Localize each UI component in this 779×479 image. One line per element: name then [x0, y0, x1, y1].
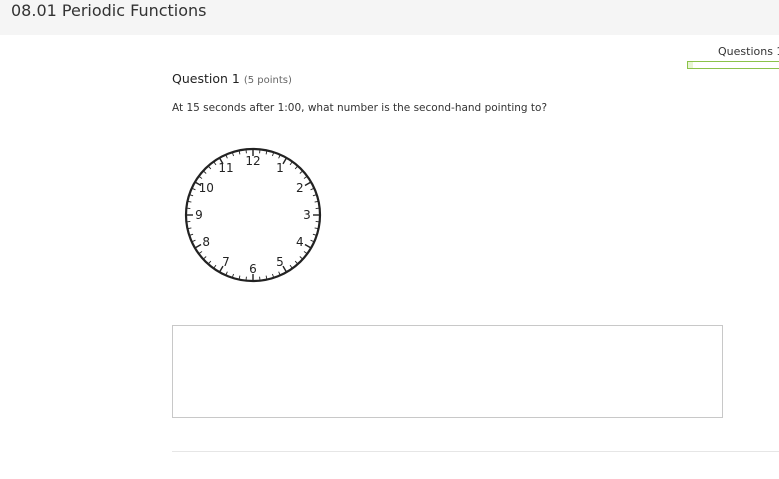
clock-number: 11	[218, 161, 233, 175]
question-text: At 15 seconds after 1:00, what number is…	[172, 102, 548, 114]
progress-bar	[687, 61, 779, 69]
top-bar: 08.01 Periodic Functions	[0, 0, 779, 35]
clock-number: 12	[245, 154, 260, 168]
divider	[172, 451, 779, 452]
question-number: Question 1	[172, 71, 240, 86]
clock-number: 9	[195, 208, 203, 222]
clock-number: 3	[303, 208, 311, 222]
clock-number: 1	[276, 161, 284, 175]
clock-number: 8	[202, 235, 210, 249]
analog-clock-image: 12 12 3 45 6 78 9 10 11	[184, 147, 322, 283]
clock-number: 6	[249, 262, 257, 276]
clock-number: 2	[296, 181, 304, 195]
clock-number: 10	[199, 181, 214, 195]
clock-number: 4	[296, 235, 304, 249]
progress-fill	[688, 62, 693, 68]
page-title: 08.01 Periodic Functions	[11, 1, 207, 20]
question-heading: Question 1 (5 points)	[172, 71, 292, 86]
clock-number: 5	[276, 255, 284, 269]
question-points: (5 points)	[243, 75, 292, 86]
clock-number: 7	[222, 255, 230, 269]
progress-label: Questions 1	[718, 45, 779, 58]
answer-textarea[interactable]	[172, 325, 723, 418]
